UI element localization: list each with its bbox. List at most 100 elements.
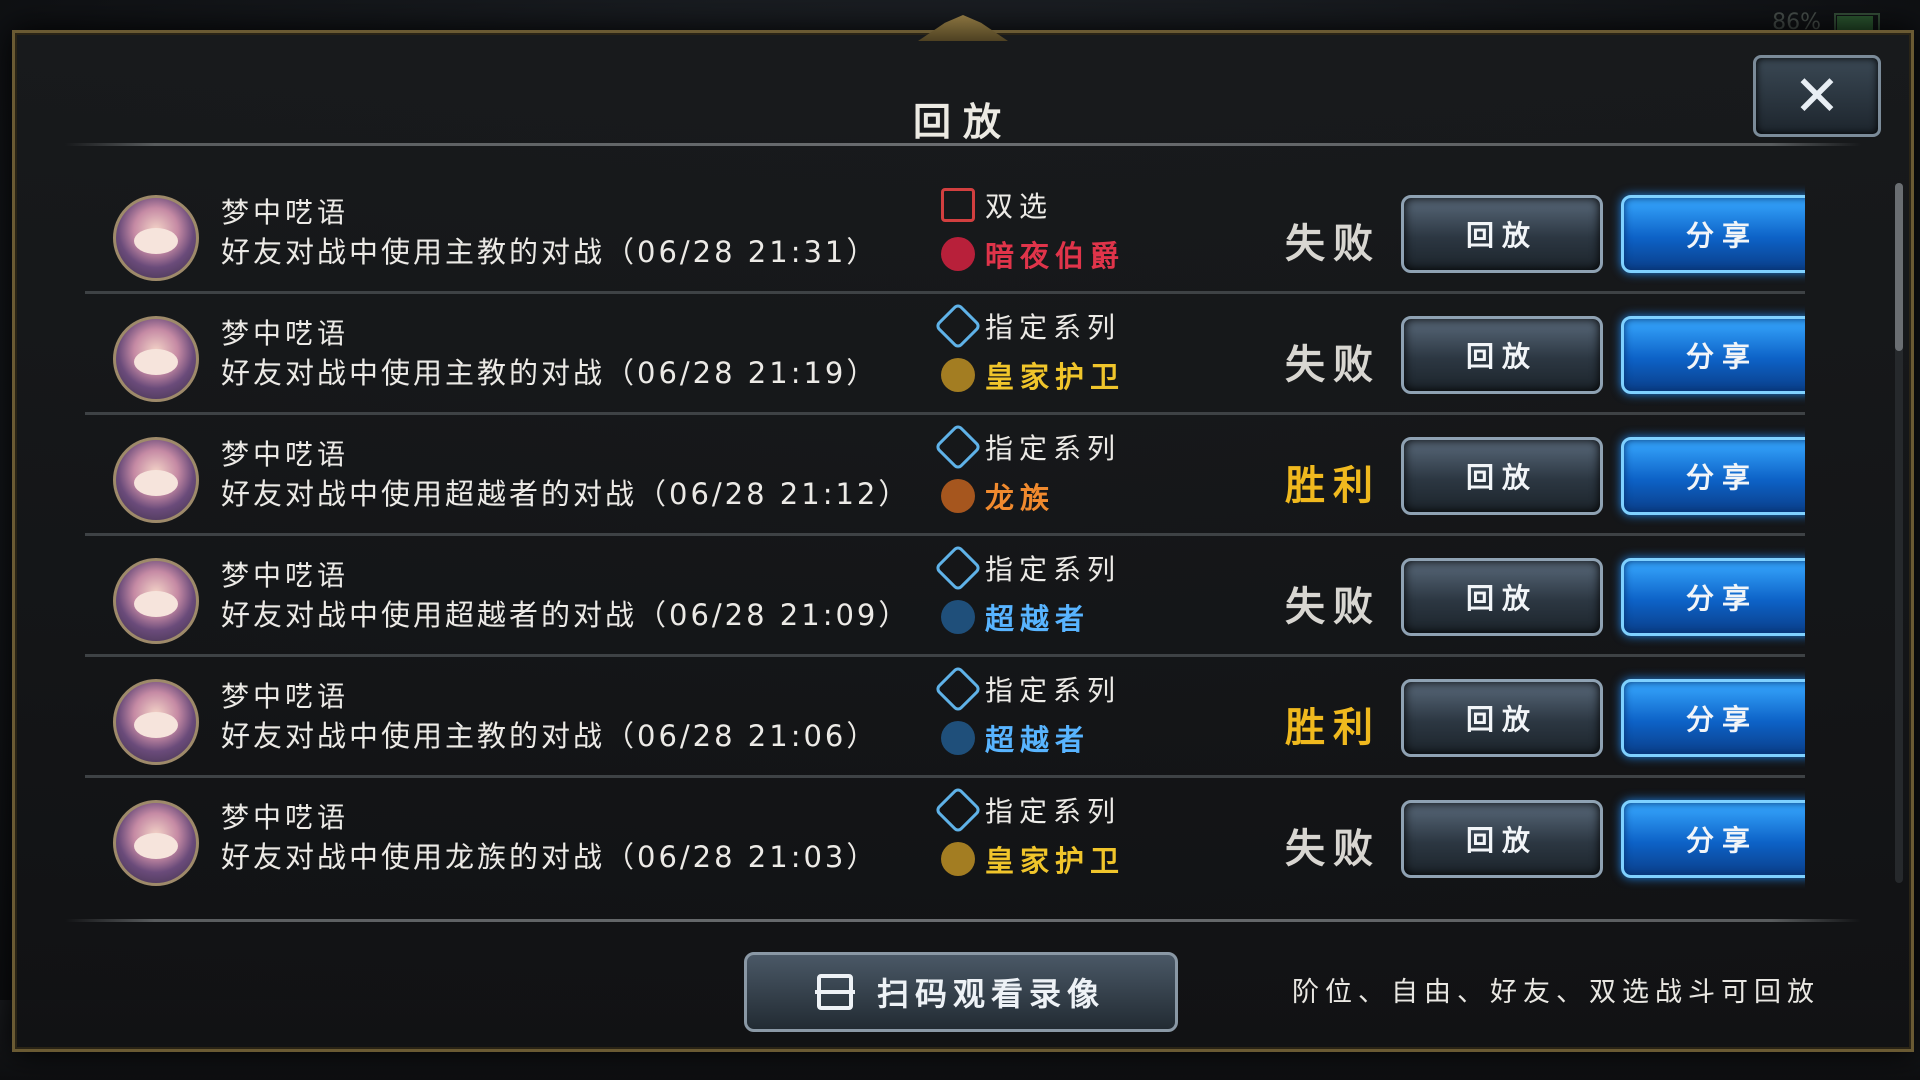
replay-button-label: 回放 (1465, 824, 1538, 857)
battle-description: 好友对战中使用超越者的对战（06/28 21:09） (221, 598, 911, 632)
battle-mode: 指定系列 (933, 785, 1122, 835)
replay-button[interactable]: 回放 (1401, 316, 1603, 394)
opponent-class: 暗夜伯爵 (941, 233, 1125, 275)
battle-description: 好友对战中使用主教的对战（06/28 21:31） (221, 235, 879, 269)
rotation-icon (933, 664, 983, 714)
opponent-class: 超越者 (941, 717, 1090, 759)
replay-row: 梦中呓语 好友对战中使用超越者的对战（06/28 21:12） 指定系列 龙族 … (85, 415, 1805, 536)
divider-top (65, 143, 1861, 146)
share-button[interactable]: 分享 (1621, 195, 1805, 273)
transcender-icon (941, 600, 975, 634)
replay-button-label: 回放 (1465, 461, 1538, 494)
player-name: 梦中呓语 (221, 801, 350, 834)
opponent-class-label: 暗夜伯爵 (985, 239, 1126, 273)
battle-mode: 指定系列 (933, 664, 1121, 714)
battle-mode: 指定系列 (933, 422, 1122, 472)
share-button[interactable]: 分享 (1621, 316, 1805, 394)
battle-description: 好友对战中使用超越者的对战（06/28 21:12） (221, 477, 911, 511)
opponent-class-label: 皇家护卫 (985, 360, 1126, 394)
replay-button[interactable]: 回放 (1401, 800, 1603, 878)
rotation-icon (933, 543, 983, 593)
share-button-label: 分享 (1685, 461, 1758, 494)
opponent-class: 超越者 (941, 596, 1090, 638)
battle-result: 失败 (1285, 584, 1381, 630)
player-name: 梦中呓语 (221, 680, 350, 713)
opponent-class-label: 龙族 (985, 481, 1056, 515)
replay-button-label: 回放 (1465, 219, 1538, 252)
player-avatar (113, 437, 199, 523)
ornament-icon (918, 15, 1008, 41)
transcender-icon (941, 721, 975, 755)
opponent-class-label: 超越者 (985, 723, 1091, 757)
divider-bottom (65, 919, 1861, 922)
battle-mode-label: 双选 (985, 190, 1054, 223)
replay-row: 梦中呓语 好友对战中使用主教的对战（06/28 21:31） 双选 暗夜伯爵 失… (85, 173, 1805, 294)
battle-mode-label: 指定系列 (985, 795, 1122, 828)
player-avatar (113, 558, 199, 644)
royal-guard-icon (941, 358, 975, 392)
close-icon: ✕ (1793, 63, 1841, 129)
rotation-icon (933, 785, 983, 835)
night-count-icon (941, 237, 975, 271)
battle-mode: 双选 (941, 185, 1053, 225)
opponent-class-label: 皇家护卫 (985, 844, 1126, 878)
replay-button-label: 回放 (1465, 340, 1538, 373)
rotation-icon (933, 301, 983, 351)
opponent-class: 龙族 (941, 475, 1055, 517)
player-avatar (113, 195, 199, 281)
battle-description: 好友对战中使用龙族的对战（06/28 21:03） (221, 840, 879, 874)
opponent-class: 皇家护卫 (941, 354, 1125, 396)
share-button-label: 分享 (1685, 582, 1758, 615)
scan-qr-button[interactable]: 扫码观看录像 (744, 952, 1178, 1032)
modal-title: 回放 (912, 100, 1013, 144)
share-button-label: 分享 (1685, 219, 1758, 252)
battle-mode: 指定系列 (933, 543, 1122, 593)
replay-row: 梦中呓语 好友对战中使用主教的对战（06/28 21:06） 指定系列 超越者 … (85, 657, 1805, 778)
player-name: 梦中呓语 (221, 317, 350, 350)
battle-mode-label: 指定系列 (985, 311, 1122, 344)
scrollbar-thumb[interactable] (1895, 183, 1903, 351)
battle-mode-label: 指定系列 (985, 432, 1122, 465)
player-avatar (113, 316, 199, 402)
replay-button[interactable]: 回放 (1401, 679, 1603, 757)
player-name: 梦中呓语 (221, 196, 350, 229)
replay-row: 梦中呓语 好友对战中使用龙族的对战（06/28 21:03） 指定系列 皇家护卫… (85, 778, 1805, 893)
replay-row: 梦中呓语 好友对战中使用超越者的对战（06/28 21:09） 指定系列 超越者… (85, 536, 1805, 657)
share-button-label: 分享 (1685, 340, 1758, 373)
replay-row: 梦中呓语 好友对战中使用主教的对战（06/28 21:19） 指定系列 皇家护卫… (85, 294, 1805, 415)
player-name: 梦中呓语 (221, 438, 350, 471)
share-button[interactable]: 分享 (1621, 558, 1805, 636)
replay-button[interactable]: 回放 (1401, 195, 1603, 273)
opponent-class: 皇家护卫 (941, 838, 1125, 880)
battle-description: 好友对战中使用主教的对战（06/28 21:19） (221, 356, 879, 390)
player-avatar (113, 800, 199, 886)
scan-icon (814, 974, 855, 1010)
battle-result: 失败 (1285, 342, 1381, 388)
replay-button[interactable]: 回放 (1401, 558, 1603, 636)
royal-guard-icon (941, 842, 975, 876)
replay-list[interactable]: 梦中呓语 好友对战中使用主教的对战（06/28 21:31） 双选 暗夜伯爵 失… (85, 173, 1805, 893)
share-button-label: 分享 (1685, 703, 1758, 736)
double-select-icon (941, 188, 975, 222)
dragon-icon (941, 479, 975, 513)
battle-mode-label: 指定系列 (985, 553, 1122, 586)
share-button[interactable]: 分享 (1621, 679, 1805, 757)
share-button[interactable]: 分享 (1621, 437, 1805, 515)
player-avatar (113, 679, 199, 765)
share-button-label: 分享 (1685, 824, 1758, 857)
opponent-class-label: 超越者 (985, 602, 1091, 636)
replay-rules-note: 阶位、自由、好友、双选战斗可回放 (1292, 977, 1820, 1008)
battle-result: 失败 (1285, 221, 1381, 267)
battle-result: 胜利 (1285, 463, 1381, 509)
replay-button-label: 回放 (1465, 582, 1538, 615)
close-button[interactable]: ✕ (1753, 55, 1881, 137)
battle-result: 失败 (1285, 826, 1381, 872)
player-name: 梦中呓语 (221, 559, 350, 592)
replay-modal: 回放 ✕ 梦中呓语 好友对战中使用主教的对战（06/28 21:31） 双选 暗… (12, 15, 1914, 1052)
replay-button[interactable]: 回放 (1401, 437, 1603, 515)
battle-description: 好友对战中使用主教的对战（06/28 21:06） (221, 719, 879, 753)
battle-mode: 指定系列 (933, 301, 1122, 351)
replay-button-label: 回放 (1465, 703, 1538, 736)
scan-button-label: 扫码观看录像 (876, 975, 1105, 1013)
share-button[interactable]: 分享 (1621, 800, 1805, 878)
